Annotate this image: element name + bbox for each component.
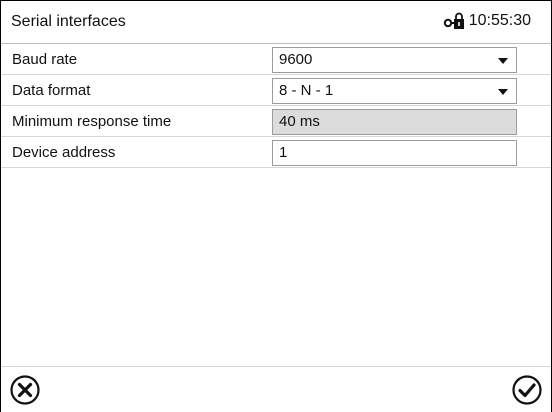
status-area: 10:55:30 [443, 12, 531, 30]
lock-key-icon [443, 12, 465, 30]
circle-x-icon [10, 375, 40, 405]
setting-row-data-format: Data format 8 - N - 1 [1, 75, 551, 106]
min-response-time-field: 40 ms [272, 109, 517, 135]
device-address-input[interactable]: 1 [272, 140, 517, 166]
chevron-down-icon [498, 89, 508, 95]
page-title: Serial interfaces [11, 13, 126, 30]
clock-time: 10:55:30 [468, 12, 531, 29]
setting-label: Minimum response time [12, 113, 172, 130]
header-bar: Serial interfaces 10:55:30 [1, 1, 551, 44]
field-value: 40 ms [279, 113, 320, 130]
baud-rate-dropdown[interactable]: 9600 [272, 47, 517, 73]
setting-label: Device address [12, 144, 116, 161]
data-format-dropdown[interactable]: 8 - N - 1 [272, 78, 517, 104]
dropdown-value: 8 - N - 1 [279, 82, 334, 99]
footer-bar [1, 366, 551, 412]
setting-row-min-response-time: Minimum response time 40 ms [1, 106, 551, 137]
setting-row-baud-rate: Baud rate 9600 [1, 44, 551, 75]
circle-check-icon [512, 375, 542, 405]
setting-label: Baud rate [12, 51, 78, 68]
setting-row-device-address: Device address 1 [1, 137, 551, 168]
settings-list: Baud rate 9600 Data format 8 - N - 1 Min… [1, 44, 551, 168]
confirm-button[interactable] [511, 374, 543, 406]
serial-interfaces-screen: Serial interfaces 10:55:30 Baud rate 960… [0, 0, 552, 412]
dropdown-value: 9600 [279, 51, 313, 68]
setting-label: Data format [12, 82, 91, 99]
chevron-down-icon [498, 58, 508, 64]
field-value: 1 [279, 144, 288, 161]
cancel-button[interactable] [9, 374, 41, 406]
